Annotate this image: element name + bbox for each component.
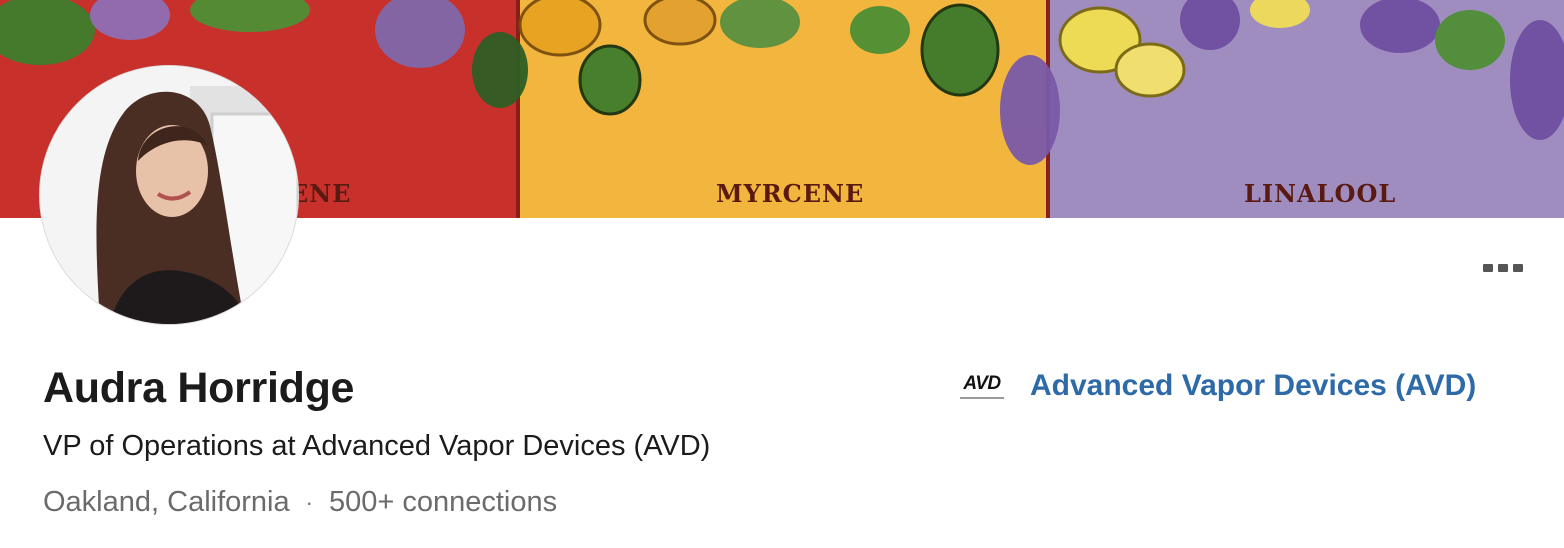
profile-headline: VP of Operations at Advanced Vapor Devic… bbox=[43, 430, 711, 462]
current-company-link[interactable]: AVD Advanced Vapor Devices (AVD) bbox=[956, 366, 1476, 406]
more-horizontal-icon bbox=[1483, 264, 1493, 272]
more-actions-button[interactable] bbox=[1472, 250, 1534, 286]
more-horizontal-icon-dot bbox=[1513, 264, 1523, 272]
banner-panel-label-1: ENE bbox=[290, 179, 352, 208]
company-logo: AVD bbox=[956, 366, 1008, 406]
profile-connections-link[interactable]: 500+ connections bbox=[329, 486, 557, 519]
banner-panel-label-2: MYRCENE bbox=[716, 179, 864, 208]
profile-meta: Oakland, California · 500+ connections bbox=[43, 486, 557, 519]
meta-separator: · bbox=[305, 489, 313, 515]
company-logo-underline bbox=[960, 397, 1004, 399]
profile-name: Audra Horridge bbox=[43, 364, 355, 412]
profile-location: Oakland, California bbox=[43, 486, 290, 518]
company-logo-text: AVD bbox=[963, 373, 1001, 394]
more-horizontal-icon-dot bbox=[1498, 264, 1508, 272]
avatar-photo bbox=[40, 66, 298, 324]
company-name[interactable]: Advanced Vapor Devices (AVD) bbox=[1030, 369, 1476, 403]
profile-avatar[interactable] bbox=[40, 66, 298, 324]
banner-panel-label-3: LINALOOL bbox=[1244, 179, 1396, 208]
